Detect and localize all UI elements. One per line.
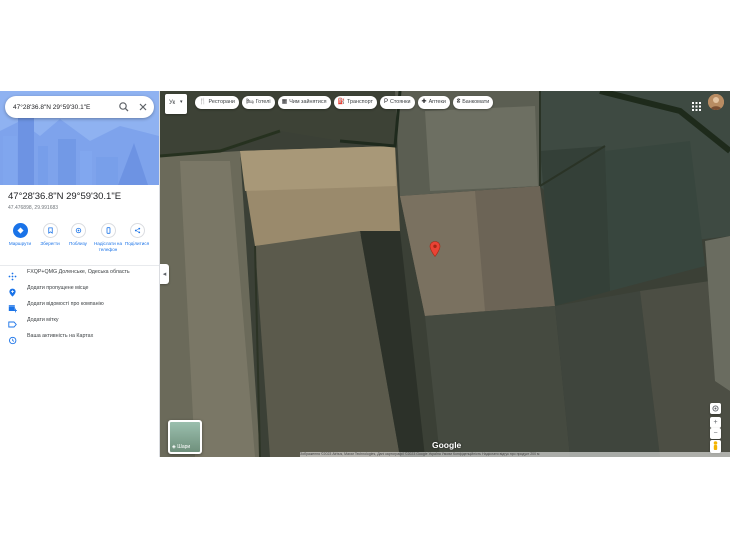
chevron-down-icon: ▾ xyxy=(180,99,183,105)
side-panel: 47°28'36.8"N 29°59'30.1"E 47.476898, 29.… xyxy=(0,91,160,457)
hotel-icon: 🛏 xyxy=(245,99,254,105)
send-to-phone-label: Надіслати на телефон xyxy=(93,241,123,252)
parking-icon: P xyxy=(383,99,388,105)
chip-transport[interactable]: ⛽ Транспорт xyxy=(333,96,377,109)
chip-label: Аптеки xyxy=(428,99,446,105)
chip-things-to-do[interactable]: ▦ Чим зайнятися xyxy=(277,96,331,109)
layers-icon: ◈ xyxy=(172,444,176,450)
add-place-text: Додати пропущене місце xyxy=(27,285,89,291)
my-location-button[interactable] xyxy=(710,403,721,414)
my-location-icon xyxy=(712,405,719,412)
label-icon xyxy=(8,316,17,328)
directions-icon xyxy=(16,227,24,234)
category-chips: 🍴 Ресторани 🛏 Готелі ▦ Чим зайнятися ⛽ Транспор… xyxy=(195,96,496,111)
add-place-icon xyxy=(8,284,17,297)
phone-icon xyxy=(106,227,110,234)
google-logo: Google xyxy=(432,440,462,450)
place-title: 47°28'36.8"N 29°59'30.1"E xyxy=(8,191,122,202)
action-bar: Маршрути Зберегти Поблизу Надіслати на т… xyxy=(0,223,159,255)
language-selector[interactable]: Ук ▾ xyxy=(165,94,187,114)
add-business-row[interactable]: Додати відомості про компанію xyxy=(0,298,159,313)
save-button[interactable]: Зберегти xyxy=(35,223,65,247)
chip-label: Стоянки xyxy=(389,99,411,105)
chip-parking[interactable]: P Стоянки xyxy=(379,96,415,109)
plus-code-text: FXQP+QMG Доленське, Одеська область xyxy=(27,269,130,275)
layers-label: Шари xyxy=(177,444,191,450)
send-to-phone-button[interactable]: Надіслати на телефон xyxy=(93,223,123,252)
save-label: Зберегти xyxy=(40,241,60,246)
location-pin-icon[interactable] xyxy=(429,241,441,257)
language-label: Ук xyxy=(169,100,176,106)
transport-icon: ⛽ xyxy=(337,99,346,105)
chip-label: Транспорт xyxy=(347,99,373,105)
search-box xyxy=(5,96,154,118)
chip-restaurants[interactable]: 🍴 Ресторани xyxy=(195,96,239,109)
pharmacy-icon: ✚ xyxy=(421,99,427,105)
business-icon xyxy=(8,300,17,313)
chip-label: Готелі xyxy=(255,99,271,105)
maps-app: 47°28'36.8"N 29°59'30.1"E 47.476898, 29.… xyxy=(0,91,730,457)
chip-label: Чим зайнятися xyxy=(289,99,327,105)
activity-text: Ваша активність на Картах xyxy=(27,333,94,339)
directions-label: Маршрути xyxy=(8,241,32,246)
nearby-button[interactable]: Поблизу xyxy=(63,223,93,247)
chip-hotels[interactable]: 🛏 Готелі xyxy=(241,96,275,109)
zoom-out-button[interactable]: − xyxy=(710,428,721,439)
avatar[interactable] xyxy=(708,94,724,110)
share-icon xyxy=(134,227,140,234)
directions-button[interactable]: Маршрути xyxy=(5,223,35,247)
satellite-imagery xyxy=(160,91,730,457)
search-input[interactable] xyxy=(13,100,111,114)
bookmark-icon xyxy=(47,227,53,234)
zoom-in-button[interactable]: + xyxy=(710,417,721,428)
chip-pharmacies[interactable]: ✚ Аптеки xyxy=(417,96,450,109)
nearby-label: Поблизу xyxy=(69,241,87,246)
add-label-row[interactable]: Додати мітку xyxy=(0,314,159,328)
chip-label: Банкомати xyxy=(462,99,490,105)
restaurant-icon: 🍴 xyxy=(199,99,207,105)
collapse-panel-button[interactable]: ◂ xyxy=(160,264,169,284)
add-business-text: Додати відомості про компанію xyxy=(27,301,104,307)
nearby-icon xyxy=(75,227,81,234)
hero-illustration xyxy=(0,91,159,185)
search-icon[interactable] xyxy=(117,100,131,114)
chip-atms[interactable]: ₴ Банкомати xyxy=(452,96,494,109)
satellite-map[interactable]: ◂ Ук ▾ 🍴 Ресторани 🛏 Готелі ▦ Чим зайнятися ⛽ Тр… xyxy=(160,91,730,457)
atm-icon: ₴ xyxy=(456,99,461,105)
attribution-bar: Зображення ©2023 Airbus, Maxar Technolog… xyxy=(300,452,730,457)
decimal-coordinates: 47.476898, 29.991683 xyxy=(8,205,59,211)
add-place-row[interactable]: Додати пропущене місце xyxy=(0,282,159,297)
plus-code-row[interactable]: FXQP+QMG Доленське, Одеська область xyxy=(0,266,159,281)
add-label-text: Додати мітку xyxy=(27,317,59,323)
activity-row[interactable]: Ваша активність на Картах xyxy=(0,330,159,345)
share-button[interactable]: Поділитися xyxy=(122,223,152,247)
layers-button[interactable]: ◈ Шари xyxy=(168,420,202,454)
apps-grid-icon[interactable] xyxy=(692,98,701,111)
chip-label: Ресторани xyxy=(208,99,235,105)
plus-code-icon xyxy=(8,268,17,281)
share-label: Поділитися xyxy=(124,241,150,246)
history-icon xyxy=(8,332,17,345)
attractions-icon: ▦ xyxy=(281,99,288,105)
close-icon[interactable] xyxy=(136,100,150,114)
